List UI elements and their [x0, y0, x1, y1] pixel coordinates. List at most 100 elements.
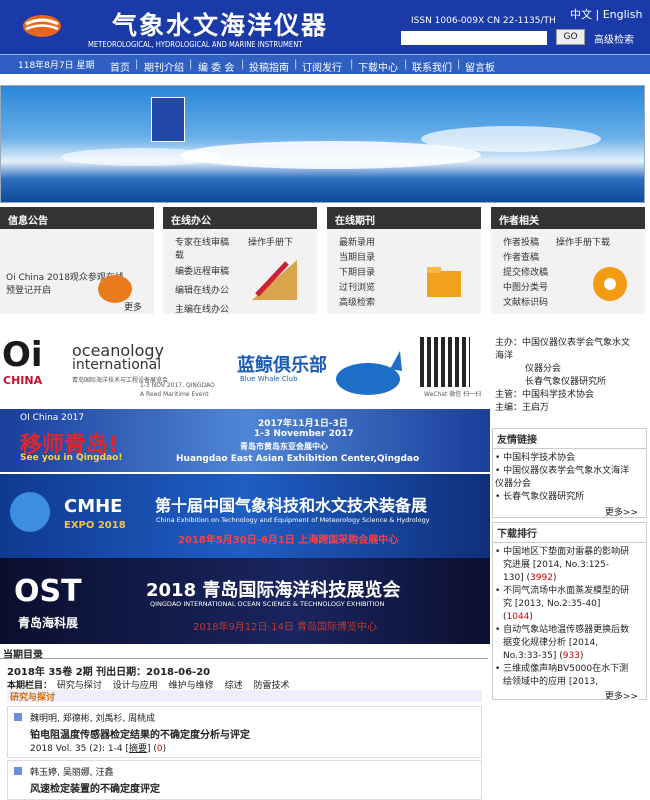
nav-guide[interactable]: 投稿指南: [249, 59, 289, 74]
lang-separator: |: [595, 8, 600, 21]
notice-panel: 信息公告 Oi China 2018观众参观在线 预登记开启 更多: [0, 207, 154, 314]
nav-contact[interactable]: 联系我们: [412, 59, 452, 74]
office-link[interactable]: 操作手册下: [248, 235, 293, 248]
ost-en: QINGDAO INTERNATIONAL OCEAN SCIENCE & TE…: [150, 600, 385, 608]
article-ref: 2018 Vol. 35 (2): 1-4 [摘要] (0): [30, 744, 167, 754]
panel-title: 信息公告: [0, 207, 154, 229]
download-item[interactable]: • 不同气流场中水面蒸发模型的研究 [2013, No.2:35-40] (104…: [495, 585, 644, 624]
oi-dates: 1-3 NOV 2017, QINGDAO: [140, 382, 215, 389]
article-title[interactable]: 铂电阻温度传感器检定结果的不确定度分析与评定: [30, 726, 250, 741]
oi-event: A Reed Maritime Event: [140, 391, 209, 398]
go-button[interactable]: GO: [556, 29, 585, 45]
ost-date: 2018年9月12日-14日 青岛国际博览中心: [193, 622, 378, 633]
journal-link[interactable]: 当期目录: [339, 250, 375, 263]
ost-ad[interactable]: OST 青岛海科展 2018 青岛国际海洋科技展览会 QINGDAO INTER…: [0, 558, 490, 644]
qr-code-image: [420, 337, 470, 387]
journal-logo-icon: [23, 15, 61, 37]
nav-separator: |: [457, 59, 461, 70]
advanced-search-link[interactable]: 高级检索: [594, 31, 634, 46]
article-authors: 韩玉婷, 吴丽娜, 汪鑫: [30, 768, 114, 778]
links-more-link[interactable]: 更多>>: [605, 505, 638, 518]
nav-board[interactable]: 编 委 会: [198, 59, 234, 74]
link-item-cont[interactable]: 仪器分会: [495, 478, 644, 491]
international-text: international: [72, 357, 162, 373]
search-input[interactable]: [401, 31, 547, 45]
issn-text: ISSN 1006-009X CN 22-1135/TH: [411, 16, 556, 26]
journal-link[interactable]: 过刊浏览: [339, 280, 375, 293]
lang-cn-link[interactable]: 中文: [570, 8, 592, 21]
journal-link[interactable]: 高级检索: [339, 295, 375, 308]
journal-link[interactable]: 下期目录: [339, 265, 375, 278]
nav-download[interactable]: 下载中心: [358, 59, 398, 74]
nav-separator: |: [404, 59, 408, 70]
downloads-more-link[interactable]: 更多>>: [604, 689, 638, 702]
flower-icon: [593, 267, 627, 301]
oi2017-venue-en: Huangdao East Asian Exhibition Center,Qi…: [176, 454, 420, 464]
notice-link-cont[interactable]: 预登记开启: [6, 283, 51, 296]
current-issue-section: 当期目录 2018年 35卷 2期 刊出日期：2018-06-20 本期栏目： …: [0, 644, 488, 800]
downloads-title: 下载排行: [493, 523, 646, 543]
nav-separator: |: [294, 59, 298, 70]
nav-home[interactable]: 首页: [110, 59, 130, 74]
pencil-ruler-icon: [252, 260, 297, 300]
office-link-cont[interactable]: 载: [175, 248, 184, 261]
author-link[interactable]: 中图分类号: [503, 280, 548, 293]
info-sponsor-2: 仪器分会: [525, 364, 562, 374]
office-link[interactable]: 编委远程审稿: [175, 264, 229, 277]
author-panel: 作者相关 作者投稿 操作手册下载 作者查稿 提交修改稿 中图分类号 文献标识码: [491, 207, 645, 314]
cmhe-expo: EXPO 2018: [64, 520, 126, 531]
oi-logo-text: Oi: [2, 335, 43, 375]
language-switch: 中文 | English: [570, 6, 642, 22]
journal-cover-image[interactable]: [151, 97, 185, 142]
nav-separator: |: [241, 59, 245, 70]
office-link[interactable]: 专家在线审稿: [175, 235, 229, 248]
abstract-link[interactable]: 摘要: [129, 744, 147, 754]
info-editor: 主编：王启万: [495, 403, 550, 413]
date-text: 118年8月7日 星期: [18, 61, 95, 71]
oi-china-ad[interactable]: Oi CHINA oceanology international 青岛国际海洋…: [0, 331, 490, 407]
nav-guestbook[interactable]: 留言板: [465, 59, 495, 74]
author-link[interactable]: 文献标识码: [503, 295, 548, 308]
download-item[interactable]: • 三维成像声呐BV5000在水下测 绘领域中的应用 [2013,: [495, 663, 644, 689]
link-item[interactable]: • 中国仪器仪表学会气象水文海洋: [495, 465, 644, 478]
article-icon: [14, 767, 22, 775]
author-link[interactable]: 操作手册下载: [556, 235, 610, 248]
section-heading: 研究与探讨: [7, 690, 482, 703]
links-title: 友情链接: [493, 429, 646, 449]
info-sponsor: 主办：中国仪器仪表学会气象水文: [495, 338, 631, 348]
download-item[interactable]: • 中国地区下垫面对雷暴的影响研 究进展 [2014, No.3:125- 130]…: [495, 546, 644, 585]
link-item[interactable]: • 中国科学技术协会: [495, 452, 644, 465]
info-box: 主办：中国仪器仪表学会气象水文 海洋 仪器分会 长春气象仪器研究所 主管：中国科…: [492, 337, 647, 427]
article-icon: [14, 713, 22, 721]
journal-link[interactable]: 最新录用: [339, 235, 375, 248]
office-panel: 在线办公 专家在线审稿 操作手册下 载 编委远程审稿 编辑在线办公 主编在线办公: [163, 207, 317, 315]
folder-icon: [427, 267, 461, 297]
author-link[interactable]: 作者查稿: [503, 250, 539, 263]
oi2017-title: OI China 2017: [20, 413, 85, 423]
cmhe-logo-icon: [10, 492, 50, 532]
header-bar: 气象水文海洋仪器 METEOROLOGICAL, HYDROLOGICAL AN…: [0, 0, 650, 54]
author-link[interactable]: 提交修改稿: [503, 265, 548, 278]
cmhe-ad[interactable]: CMHE EXPO 2018 第十届中国气象科技和水文技术装备展 China E…: [0, 474, 490, 558]
notice-more-link[interactable]: 更多: [124, 300, 142, 313]
journal-panel: 在线期刊 最新录用 当期目录 下期目录 过刊浏览 高级检索: [327, 207, 481, 314]
info-supervisor: 主管：中国科学技术协会: [495, 390, 595, 400]
cmhe-title: 第十届中国气象科技和水文技术装备展: [155, 496, 428, 515]
article-card: 韩玉婷, 吴丽娜, 汪鑫 风速检定装置的不确定度评定: [7, 760, 482, 800]
nav-subscribe[interactable]: 订阅发行: [302, 59, 342, 74]
ost-cn: 青岛海科展: [18, 616, 79, 630]
links-box: 友情链接 • 中国科学技术协会 • 中国仪器仪表学会气象水文海洋 仪器分会 • …: [492, 428, 647, 518]
panel-title: 在线办公: [163, 207, 317, 229]
lang-en-link[interactable]: English: [603, 8, 643, 21]
oi-china-2017-ad[interactable]: OI China 2017 移师青岛! See you in Qingdao! …: [0, 409, 490, 472]
main-nav: 118年8月7日 星期 首页 | 期刊介绍 | 编 委 会 | 投稿指南 | 订…: [0, 54, 650, 74]
office-link[interactable]: 编辑在线办公: [175, 283, 229, 296]
author-link[interactable]: 作者投稿: [503, 235, 539, 248]
issue-info: 2018年 35卷 2期 刊出日期：2018-06-20: [7, 667, 211, 678]
link-item[interactable]: • 长春气象仪器研究所: [495, 491, 644, 504]
cmhe-logo-text: CMHE: [64, 496, 123, 517]
download-item[interactable]: • 自动气象站地温传感器更换后数 据变化规律分析 [2014, No.3:33-35…: [495, 624, 644, 663]
article-title[interactable]: 风速检定装置的不确定度评定: [30, 780, 160, 795]
nav-about[interactable]: 期刊介绍: [144, 59, 184, 74]
office-link[interactable]: 主编在线办公: [175, 302, 229, 315]
